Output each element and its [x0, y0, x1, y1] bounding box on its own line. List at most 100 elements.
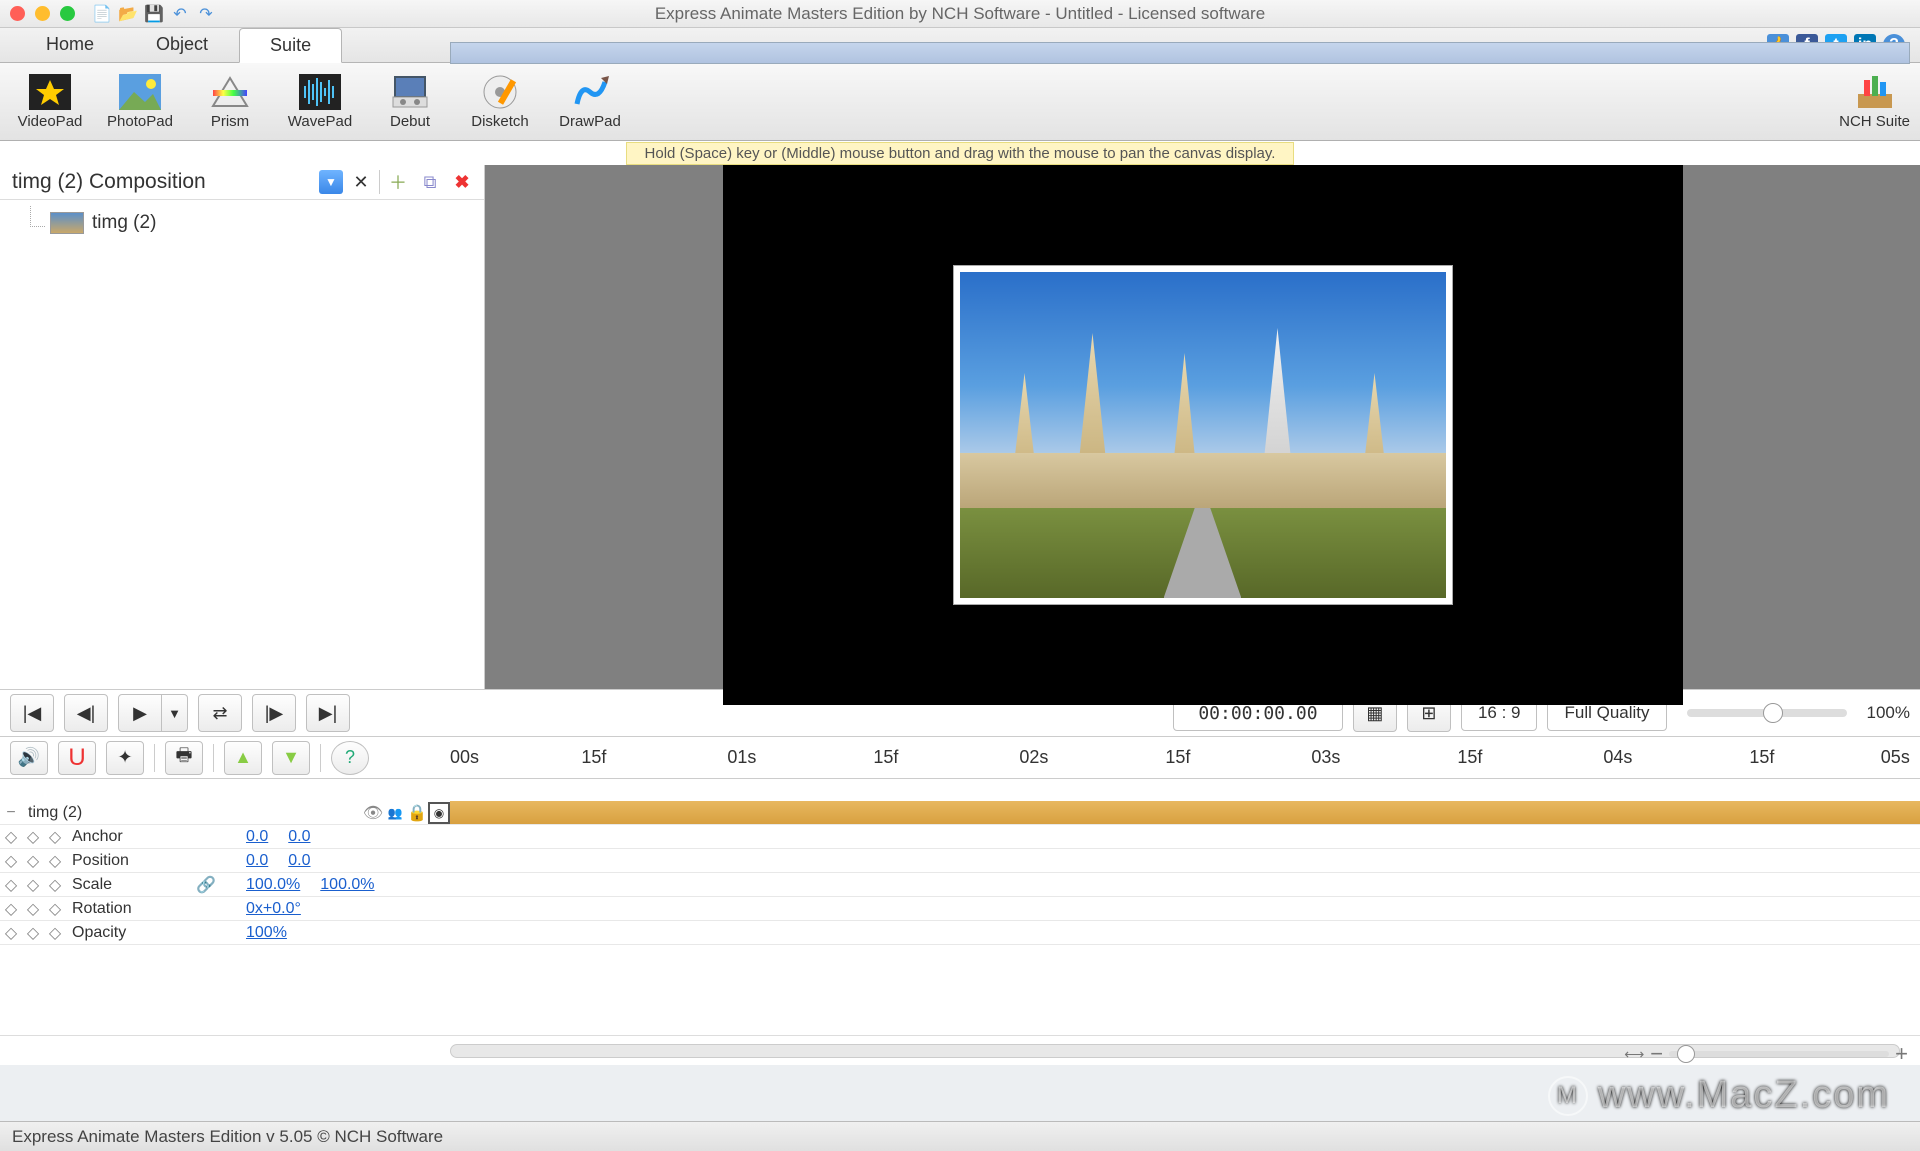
- next-key-icon[interactable]: ◇: [44, 827, 66, 847]
- add-key-icon[interactable]: ◇: [22, 827, 44, 847]
- composition-name[interactable]: timg (2) Composition: [8, 168, 315, 196]
- watermark: M www.MacZ.com: [1548, 1074, 1890, 1117]
- lock-icon[interactable]: 🔒: [406, 803, 428, 823]
- anchor-x-value[interactable]: 0.0: [236, 828, 278, 846]
- scale-y-value[interactable]: 100.0%: [310, 876, 384, 894]
- prev-key-icon[interactable]: ◇: [0, 923, 22, 943]
- move-down-button[interactable]: ▼: [272, 741, 310, 775]
- tool-nchsuite[interactable]: NCH Suite: [1839, 74, 1910, 130]
- ruler-mark: 04s: [1603, 747, 1632, 768]
- ruler-mark: 15f: [1165, 747, 1190, 768]
- prev-key-icon[interactable]: ◇: [0, 851, 22, 871]
- prop-label: Opacity: [66, 924, 196, 942]
- step-back-button[interactable]: ◀|: [64, 694, 108, 732]
- audio-toggle-button[interactable]: 🔊: [10, 741, 48, 775]
- tool-label: WavePad: [288, 113, 352, 130]
- prev-key-icon[interactable]: ◇: [0, 827, 22, 847]
- debut-icon: [389, 74, 431, 110]
- undo-icon[interactable]: ↶: [171, 5, 189, 23]
- zoom-in-icon[interactable]: +: [1895, 1041, 1908, 1067]
- tab-object[interactable]: Object: [125, 27, 239, 62]
- close-window-icon[interactable]: [10, 6, 25, 21]
- redo-icon[interactable]: ↷: [197, 5, 215, 23]
- property-row-rotation: ◇ ◇ ◇ Rotation 0x+0.0°: [0, 897, 1920, 921]
- move-up-button[interactable]: ▲: [224, 741, 262, 775]
- scale-x-value[interactable]: 100.0%: [236, 876, 310, 894]
- add-key-icon[interactable]: ◇: [22, 923, 44, 943]
- tool-debut[interactable]: Debut: [365, 74, 455, 130]
- canvas-viewport[interactable]: [485, 165, 1920, 705]
- timeline-layer-row[interactable]: − timg (2) 👁 👥 🔒 ◉: [0, 801, 1920, 825]
- play-button[interactable]: ▶: [118, 694, 162, 732]
- anchor-y-value[interactable]: 0.0: [278, 828, 320, 846]
- opacity-value[interactable]: 100%: [236, 924, 297, 942]
- collapse-icon[interactable]: −: [0, 804, 22, 822]
- add-key-icon[interactable]: ◇: [22, 899, 44, 919]
- loop-button[interactable]: ⇄: [198, 694, 242, 732]
- zoom-fit-icon[interactable]: ⟷: [1624, 1046, 1644, 1063]
- new-file-icon[interactable]: 📄: [93, 5, 111, 23]
- composition-dropdown-icon[interactable]: ▼: [319, 170, 343, 194]
- save-file-icon[interactable]: 💾: [145, 5, 163, 23]
- visibility-icon[interactable]: 👁: [362, 803, 384, 823]
- snap-button[interactable]: U: [58, 741, 96, 775]
- play-dropdown-button[interactable]: ▼: [162, 694, 188, 732]
- status-bar: Express Animate Masters Edition v 5.05 ©…: [0, 1121, 1920, 1151]
- suite-toolbar: VideoPad PhotoPad Prism WavePad Debut Di…: [0, 63, 1920, 141]
- open-file-icon[interactable]: 📂: [119, 5, 137, 23]
- go-start-button[interactable]: |◀: [10, 694, 54, 732]
- tool-prism[interactable]: Prism: [185, 74, 275, 130]
- prev-key-icon[interactable]: ◇: [0, 875, 22, 895]
- window-title: Express Animate Masters Edition by NCH S…: [0, 4, 1920, 24]
- minimize-window-icon[interactable]: [35, 6, 50, 21]
- next-key-icon[interactable]: ◇: [44, 923, 66, 943]
- go-end-button[interactable]: ▶|: [306, 694, 350, 732]
- timeline-toolbar: 🔊 U ✦ 🖶 ▲ ▼ ? 00s 15f 01s 15f 02s 15f 03…: [0, 737, 1920, 779]
- solo-icon[interactable]: 👥: [384, 806, 406, 820]
- next-key-icon[interactable]: ◇: [44, 851, 66, 871]
- property-row-position: ◇ ◇ ◇ Position 0.0 0.0: [0, 849, 1920, 873]
- zoom-percent: 100%: [1867, 703, 1910, 723]
- duplicate-icon[interactable]: ⧉: [416, 168, 444, 196]
- timeline-zoom-slider[interactable]: [1669, 1051, 1889, 1057]
- auto-key-button[interactable]: ✦: [106, 741, 144, 775]
- tab-home[interactable]: Home: [15, 27, 125, 62]
- tool-photopad[interactable]: PhotoPad: [95, 74, 185, 130]
- maximize-window-icon[interactable]: [60, 6, 75, 21]
- layer-tree-item[interactable]: timg (2): [20, 212, 464, 234]
- add-file-icon[interactable]: ＋: [384, 168, 412, 196]
- zoom-out-icon[interactable]: −: [1650, 1041, 1663, 1067]
- status-text: Express Animate Masters Edition v 5.05 ©…: [12, 1127, 443, 1147]
- tool-label: Prism: [211, 113, 249, 130]
- tool-drawpad[interactable]: DrawPad: [545, 74, 635, 130]
- zoom-slider[interactable]: [1687, 709, 1847, 717]
- position-x-value[interactable]: 0.0: [236, 852, 278, 870]
- ruler-mark: 03s: [1311, 747, 1340, 768]
- next-key-icon[interactable]: ◇: [44, 875, 66, 895]
- add-key-icon[interactable]: ◇: [22, 875, 44, 895]
- add-key-icon[interactable]: ◇: [22, 851, 44, 871]
- canvas-image[interactable]: [954, 266, 1452, 604]
- next-key-icon[interactable]: ◇: [44, 899, 66, 919]
- timeline-scrubber[interactable]: [450, 42, 1910, 64]
- prop-label: Scale: [66, 876, 196, 894]
- composition-stage: [723, 165, 1683, 705]
- tool-label: NCH Suite: [1839, 113, 1910, 130]
- link-scale-icon[interactable]: 🔗: [196, 875, 216, 895]
- tool-videopad[interactable]: VideoPad: [5, 74, 95, 130]
- nch-suite-icon: [1854, 74, 1896, 110]
- timeline-help-button[interactable]: ?: [331, 741, 369, 775]
- tool-disketch[interactable]: Disketch: [455, 74, 545, 130]
- step-forward-button[interactable]: |▶: [252, 694, 296, 732]
- ruler-mark: 01s: [727, 747, 756, 768]
- tool-wavepad[interactable]: WavePad: [275, 74, 365, 130]
- prev-key-icon[interactable]: ◇: [0, 899, 22, 919]
- timeline-ruler[interactable]: 00s 15f 01s 15f 02s 15f 03s 15f 04s 15f …: [450, 737, 1910, 779]
- rotation-value[interactable]: 0x+0.0°: [236, 900, 311, 918]
- export-frame-button[interactable]: 🖶: [165, 741, 203, 775]
- tab-suite[interactable]: Suite: [239, 28, 342, 63]
- settings-icon[interactable]: ✕: [347, 168, 375, 196]
- position-y-value[interactable]: 0.0: [278, 852, 320, 870]
- motion-blur-icon[interactable]: ◉: [428, 802, 450, 824]
- delete-icon[interactable]: ✖: [448, 168, 476, 196]
